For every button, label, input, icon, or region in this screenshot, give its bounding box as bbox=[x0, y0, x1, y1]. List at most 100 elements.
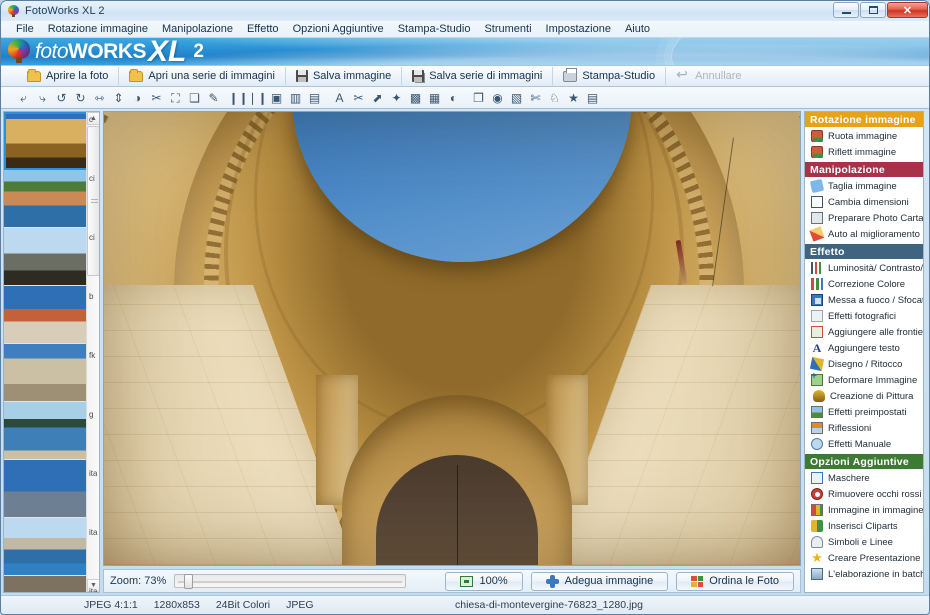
sidebar-item-label: Creazione di Pittura bbox=[830, 390, 914, 402]
sidebar-item-riflessioni[interactable]: Riflessioni bbox=[805, 420, 923, 436]
zoom-slider-handle[interactable] bbox=[184, 574, 194, 589]
sidebar-item-messa-a-fuoco-sfocatura[interactable]: Messa a fuoco / Sfocatura bbox=[805, 292, 923, 308]
sidebar-item-deformare-immagine[interactable]: Deformare Immagine bbox=[805, 372, 923, 388]
image-canvas[interactable] bbox=[103, 111, 801, 566]
batch-processing-icon[interactable]: ▤ bbox=[584, 89, 601, 106]
sidebar-item-inserisci-cliparts[interactable]: Inserisci Cliparts bbox=[805, 518, 923, 534]
draw-retouch-icon[interactable]: ✂ bbox=[350, 89, 367, 106]
menu-item-impostazione[interactable]: Impostazione bbox=[539, 22, 618, 36]
mirror-icon[interactable]: ◑ bbox=[129, 89, 146, 106]
sidebar-item-immagine-in-immagine[interactable]: Immagine in immagine bbox=[805, 502, 923, 518]
resize-icon[interactable]: ⛶ bbox=[167, 89, 184, 106]
draw-retouch-icon bbox=[809, 356, 825, 372]
sidebar-item-creazione-di-pittura[interactable]: Creazione di Pittura bbox=[805, 388, 923, 404]
sidebar-item-effetti-manuale[interactable]: Effetti Manuale bbox=[805, 436, 923, 452]
sidebar-item-riflett-immagine[interactable]: Riflett immagine bbox=[805, 144, 923, 160]
sidebar-item-aggiungere-alle-frontiere[interactable]: Aggiungere alle frontiere bbox=[805, 324, 923, 340]
sidebar-item-aggiungere-testo[interactable]: A Aggiungere testo bbox=[805, 340, 923, 356]
color-correction-icon[interactable]: ❘❙ bbox=[247, 89, 267, 106]
fit-image-button[interactable]: Adegua immagine bbox=[530, 571, 669, 591]
menu-item-strumenti[interactable]: Strumenti bbox=[477, 22, 538, 36]
fit-image-icon bbox=[545, 574, 559, 588]
photo-chiesa-di-montevergine[interactable] bbox=[104, 112, 800, 565]
sidebar-item-ruota-immagine[interactable]: Ruota immagine bbox=[805, 128, 923, 144]
sidebar-section-header[interactable]: Manipolazione bbox=[805, 162, 923, 177]
sidebar-item-cambia-dimensioni[interactable]: Cambia dimensioni bbox=[805, 194, 923, 210]
photo-effects-icon[interactable]: ▥ bbox=[287, 89, 304, 106]
sidebar-item-label: Ruota immagine bbox=[828, 130, 898, 142]
scrollbar-thumb[interactable] bbox=[87, 126, 99, 276]
sidebar-item-luminosit-contrasto-colore[interactable]: Luminosità/ Contrasto/ Colore bbox=[805, 260, 923, 276]
rotate-cw-icon[interactable]: ↻ bbox=[72, 89, 89, 106]
paint-creation-icon[interactable]: ✦ bbox=[388, 89, 405, 106]
flip-vertical-icon[interactable]: ⇕ bbox=[110, 89, 127, 106]
reflections-icon[interactable]: ▦ bbox=[426, 89, 443, 106]
preset-effects-icon[interactable]: ▩ bbox=[407, 89, 424, 106]
menu-item-opzioni-aggiuntive[interactable]: Opzioni Aggiuntive bbox=[286, 22, 391, 36]
flip-horizontal-icon[interactable]: ⇿ bbox=[91, 89, 108, 106]
picture-in-picture-icon[interactable]: ▧ bbox=[508, 89, 525, 106]
menu-item-file[interactable]: File bbox=[9, 22, 41, 36]
maximize-button[interactable] bbox=[860, 2, 886, 18]
thumbnail-item[interactable] bbox=[4, 228, 88, 286]
thumbnail-item[interactable] bbox=[4, 286, 88, 344]
sidebar-item-rimuovere-occhi-rossi[interactable]: Rimuovere occhi rossi bbox=[805, 486, 923, 502]
sidebar-item-disegno-ritocco[interactable]: Disegno / Ritocco bbox=[805, 356, 923, 372]
minimize-button[interactable] bbox=[833, 2, 859, 18]
slideshow-icon[interactable]: ★ bbox=[565, 89, 582, 106]
thumbnail-caption: ita bbox=[89, 528, 98, 537]
open-photo-series-button[interactable]: Apri una serie di immagini bbox=[119, 67, 286, 85]
rotate-left-icon[interactable]: ⤶ bbox=[15, 89, 32, 106]
thumbnail-item[interactable] bbox=[4, 402, 88, 460]
thumbnail-item[interactable] bbox=[4, 518, 88, 576]
sidebar-item-effetti-preimpostati[interactable]: Effetti preimpostati bbox=[805, 404, 923, 420]
sort-photos-button[interactable]: Ordina le Foto bbox=[676, 571, 794, 591]
thumbnail-item[interactable] bbox=[4, 460, 88, 518]
rotate-ccw-icon[interactable]: ↺ bbox=[53, 89, 70, 106]
thumbnail-item[interactable] bbox=[4, 170, 88, 228]
warp-image-icon[interactable]: ⬈ bbox=[369, 89, 386, 106]
sidebar-section-header[interactable]: Opzioni Aggiuntive bbox=[805, 454, 923, 469]
zoom-slider[interactable] bbox=[174, 574, 407, 589]
rotate-right-icon[interactable]: ⤷ bbox=[34, 89, 51, 106]
symbols-lines-icon[interactable]: ♘ bbox=[546, 89, 563, 106]
sidebar-item-l-elaborazione-in-batch[interactable]: L'elaborazione in batch bbox=[805, 566, 923, 582]
auto-enhance-icon[interactable]: ✎ bbox=[205, 89, 222, 106]
menu-item-stampa-studio[interactable]: Stampa-Studio bbox=[391, 22, 478, 36]
menu-item-manipolazione[interactable]: Manipolazione bbox=[155, 22, 240, 36]
thumbnail-item[interactable] bbox=[4, 112, 88, 170]
thumbnail-item[interactable] bbox=[4, 344, 88, 402]
sidebar-item-correzione-colore[interactable]: Correzione Colore bbox=[805, 276, 923, 292]
add-text-icon[interactable]: A bbox=[331, 89, 348, 106]
sidebar-item-simboli-e-linee[interactable]: Simboli e Linee bbox=[805, 534, 923, 550]
close-button[interactable]: ✕ bbox=[887, 2, 928, 18]
actual-size-button[interactable]: 100% bbox=[445, 571, 523, 591]
picture-in-picture-icon bbox=[811, 504, 823, 516]
cliparts-icon[interactable]: ✄ bbox=[527, 89, 544, 106]
print-studio-button[interactable]: Stampa-Studio bbox=[553, 67, 667, 85]
photo-paper-icon[interactable]: ❏ bbox=[186, 89, 203, 106]
sidebar-item-auto-al-miglioramento[interactable]: Auto al miglioramento bbox=[805, 226, 923, 242]
crop-icon[interactable]: ✂ bbox=[148, 89, 165, 106]
menu-item-rotazione-immagine[interactable]: Rotazione immagine bbox=[41, 22, 155, 36]
sidebar-item-taglia-immagine[interactable]: Taglia immagine bbox=[805, 178, 923, 194]
sidebar-item-effetti-fotografici[interactable]: Effetti fotografici bbox=[805, 308, 923, 324]
sharpen-blur-icon[interactable]: ▣ bbox=[268, 89, 285, 106]
sidebar-section-header[interactable]: Rotazione immagine bbox=[805, 112, 923, 127]
manual-effects-icon[interactable]: ◐ bbox=[445, 89, 462, 106]
sidebar-item-preparare-photo-carta[interactable]: Preparare Photo Carta bbox=[805, 210, 923, 226]
brightness-contrast-icon[interactable]: ❙❙ bbox=[228, 89, 248, 106]
masks-icon[interactable]: ❐ bbox=[470, 89, 487, 106]
sidebar-item-creare-presentazione[interactable]: ★ Creare Presentazione bbox=[805, 550, 923, 566]
save-image-series-button[interactable]: Salva serie di immagini bbox=[402, 67, 554, 85]
open-photo-button[interactable]: Aprire la foto bbox=[17, 67, 120, 85]
thumbnail-caption: fk bbox=[89, 351, 96, 360]
menu-item-effetto[interactable]: Effetto bbox=[240, 22, 286, 36]
add-border-icon[interactable]: ▤ bbox=[306, 89, 323, 106]
save-image-button[interactable]: Salva immagine bbox=[286, 67, 403, 85]
sidebar-item-maschere[interactable]: Maschere bbox=[805, 470, 923, 486]
red-eye-icon[interactable]: ◉ bbox=[489, 89, 506, 106]
menu-item-aiuto[interactable]: Aiuto bbox=[618, 22, 657, 36]
sidebar-section-header[interactable]: Effetto bbox=[805, 244, 923, 259]
thumbnail-item[interactable] bbox=[4, 576, 88, 592]
